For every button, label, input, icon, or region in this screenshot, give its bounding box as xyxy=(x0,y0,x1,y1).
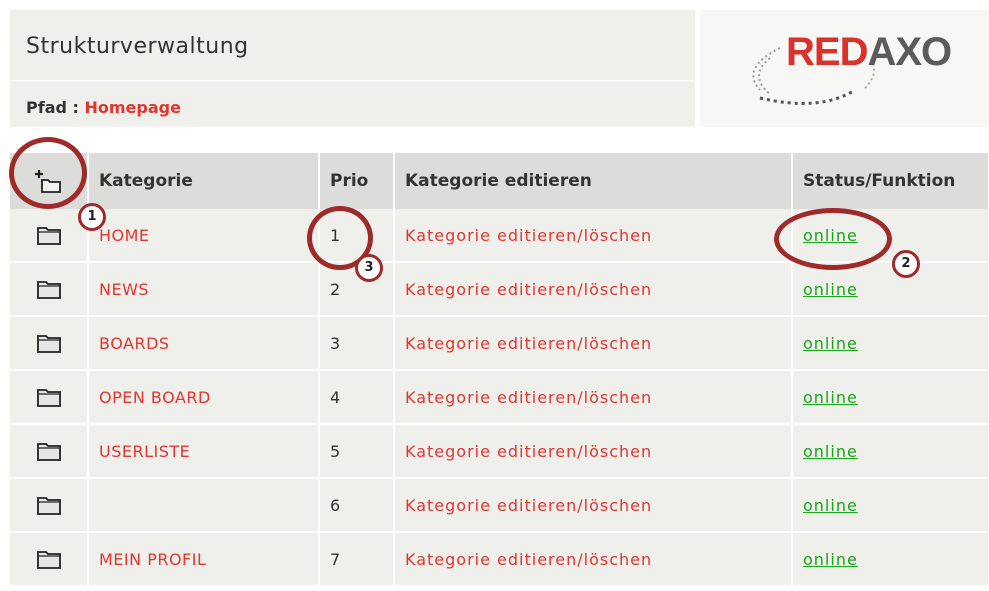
folder-cell[interactable] xyxy=(10,209,89,263)
folder-cell[interactable] xyxy=(10,424,89,479)
edit-category-link[interactable]: Kategorie editieren/löschen xyxy=(394,478,793,533)
folder-icon xyxy=(36,281,61,299)
table-row: 6 Kategorie editieren/löschen online xyxy=(10,478,989,533)
status-online-link[interactable]: online xyxy=(803,442,858,461)
status-online-link[interactable]: online xyxy=(803,334,858,353)
folder-cell[interactable] xyxy=(10,478,89,533)
folder-icon xyxy=(36,443,61,461)
page-title: Strukturverwaltung xyxy=(26,34,249,59)
folder-icon xyxy=(36,497,61,515)
folder-cell[interactable] xyxy=(10,532,89,587)
status-online-link[interactable]: online xyxy=(803,388,858,407)
status-cell: online xyxy=(792,209,989,263)
column-header-kategorie: Kategorie xyxy=(88,153,320,209)
priority-value: 7 xyxy=(319,532,395,587)
edit-category-link[interactable]: Kategorie editieren/löschen xyxy=(394,262,793,317)
folder-cell[interactable] xyxy=(10,262,89,317)
priority-value: 5 xyxy=(319,424,395,479)
table-row: BOARDS 3 Kategorie editieren/löschen online xyxy=(10,316,989,371)
annotation-badge-2: 2 xyxy=(892,250,920,278)
column-header-status: Status/Funktion xyxy=(792,153,989,209)
priority-value: 1 xyxy=(319,209,395,263)
category-name-link[interactable]: USERLISTE xyxy=(88,424,320,479)
category-name-link[interactable]: MEIN PROFIL xyxy=(88,532,320,587)
edit-category-link[interactable]: Kategorie editieren/löschen xyxy=(394,532,793,587)
table-row: USERLISTE 5 Kategorie editieren/löschen onl… xyxy=(10,424,989,479)
category-name-link[interactable] xyxy=(88,478,320,533)
logo-text: REDAXO xyxy=(786,30,952,74)
status-cell: online xyxy=(792,316,989,371)
table-row: OPEN BOARD 4 Kategorie editieren/löschen on… xyxy=(10,370,989,425)
priority-value: 6 xyxy=(319,478,395,533)
folder-icon xyxy=(36,227,61,245)
edit-category-link[interactable]: Kategorie editieren/löschen xyxy=(394,209,793,263)
annotation-badge-1: 1 xyxy=(78,203,106,231)
status-cell: online xyxy=(792,262,989,317)
breadcrumb-current[interactable]: Homepage xyxy=(84,98,180,117)
folder-icon xyxy=(36,551,61,569)
status-online-link[interactable]: online xyxy=(803,550,858,569)
status-online-link[interactable]: online xyxy=(803,280,858,299)
status-online-link[interactable]: online xyxy=(803,496,858,515)
status-cell: online xyxy=(792,532,989,587)
annotation-badge-3: 3 xyxy=(355,254,383,282)
category-table: Kategorie Prio Kategorie editieren Statu… xyxy=(10,153,989,587)
column-header-edit: Kategorie editieren xyxy=(394,153,793,209)
logo: REDAXO xyxy=(700,10,989,127)
edit-category-link[interactable]: Kategorie editieren/löschen xyxy=(394,316,793,371)
status-cell: online xyxy=(792,370,989,425)
add-folder-icon[interactable] xyxy=(34,166,64,196)
table-row: HOME 1 Kategorie editieren/löschen online xyxy=(10,209,989,263)
table-row: MEIN PROFIL 7 Kategorie editieren/löschen o… xyxy=(10,532,989,587)
breadcrumb-label: Pfad : xyxy=(26,98,85,117)
priority-value: 4 xyxy=(319,370,395,425)
folder-icon xyxy=(36,389,61,407)
column-header-prio: Prio xyxy=(319,153,395,209)
status-online-link[interactable]: online xyxy=(803,226,858,245)
status-cell: online xyxy=(792,478,989,533)
category-name-link[interactable]: HOME xyxy=(88,209,320,263)
status-cell: online xyxy=(792,424,989,479)
category-name-link[interactable]: NEWS xyxy=(88,262,320,317)
edit-category-link[interactable]: Kategorie editieren/löschen xyxy=(394,424,793,479)
add-category-header[interactable] xyxy=(10,153,89,209)
category-name-link[interactable]: OPEN BOARD xyxy=(88,370,320,425)
folder-icon xyxy=(36,335,61,353)
folder-cell[interactable] xyxy=(10,370,89,425)
edit-category-link[interactable]: Kategorie editieren/löschen xyxy=(394,370,793,425)
priority-value: 3 xyxy=(319,316,395,371)
category-name-link[interactable]: BOARDS xyxy=(88,316,320,371)
folder-cell[interactable] xyxy=(10,316,89,371)
table-header-row: Kategorie Prio Kategorie editieren Statu… xyxy=(10,153,989,209)
table-row: NEWS 2 Kategorie editieren/löschen online xyxy=(10,262,989,317)
header-panel: Strukturverwaltung Pfad : Homepage xyxy=(10,10,695,127)
breadcrumb: Pfad : Homepage xyxy=(26,98,181,117)
